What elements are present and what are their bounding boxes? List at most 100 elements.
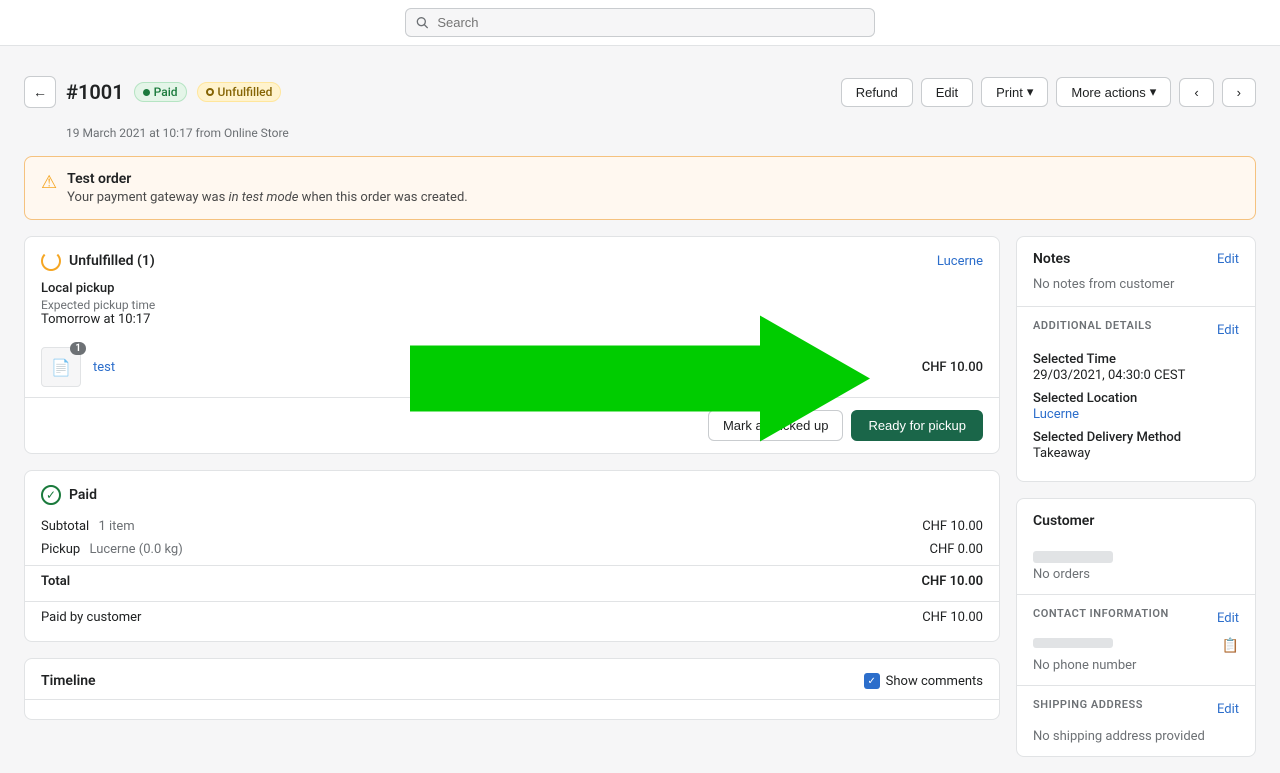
shipping-section: SHIPPING ADDRESS Edit No shipping addres… <box>1017 685 1255 756</box>
back-button[interactable]: ← <box>24 76 56 108</box>
unfulfilled-badge-label: Unfulfilled <box>218 85 273 99</box>
contact-section: CONTACT INFORMATION Edit 📋 No phone numb… <box>1017 594 1255 685</box>
item-price: CHF 10.00 <box>922 360 983 375</box>
print-button[interactable]: Print ▾ <box>981 77 1048 107</box>
next-order-button[interactable]: › <box>1222 78 1256 107</box>
total-row: Total CHF 10.00 <box>25 565 999 593</box>
notes-title: Notes <box>1033 251 1070 267</box>
notes-edit-link[interactable]: Edit <box>1217 252 1239 267</box>
contact-edit-link[interactable]: Edit <box>1217 611 1239 626</box>
unfulfilled-card-header-left: Unfulfilled (1) <box>41 251 155 271</box>
item-qty-badge: 1 <box>70 342 86 355</box>
more-actions-chevron-icon: ▾ <box>1150 84 1157 100</box>
ready-for-pickup-button[interactable]: Ready for pickup <box>851 410 983 441</box>
contact-title: CONTACT INFORMATION <box>1033 607 1169 620</box>
print-label: Print <box>996 85 1023 100</box>
copy-email-icon[interactable]: 📋 <box>1222 638 1239 654</box>
selected-delivery-value: Takeaway <box>1033 446 1239 461</box>
unfulfilled-spinner-icon <box>41 251 61 271</box>
order-number: #1001 <box>66 80 124 104</box>
notes-card: Notes Edit No notes from customer ADDITI… <box>1016 236 1256 482</box>
customer-section: No orders <box>1017 539 1255 594</box>
pickup-detail: Lucerne (0.0 kg) <box>89 542 182 557</box>
unfulfilled-card-actions: Mark as picked up Ready for pickup <box>25 397 999 453</box>
selected-delivery-item: Selected Delivery Method Takeaway <box>1033 430 1239 461</box>
main-column: Unfulfilled (1) Lucerne Local pickup Exp… <box>24 236 1000 720</box>
warning-title: Test order <box>67 171 468 187</box>
paid-card-header-left: ✓ Paid <box>41 485 97 505</box>
item-thumbnail-icon: 📄 <box>51 358 71 377</box>
order-header-right: Refund Edit Print ▾ More actions ▾ ‹ › <box>841 77 1256 107</box>
selected-location-label: Selected Location <box>1033 391 1239 406</box>
timeline-card: Timeline ✓ Show comments <box>24 658 1000 720</box>
additional-title: ADDITIONAL DETAILS <box>1033 319 1152 332</box>
total-amount: CHF 10.00 <box>922 574 983 589</box>
warning-banner: ⚠ Test order Your payment gateway was in… <box>24 156 1256 220</box>
customer-title: Customer <box>1033 513 1094 529</box>
search-input[interactable] <box>437 15 864 30</box>
pickup-payment-label: Pickup Lucerne (0.0 kg) <box>41 542 183 557</box>
show-comments-checkbox[interactable]: ✓ <box>864 673 880 689</box>
unfulfilled-badge-dot <box>206 88 214 96</box>
unfulfilled-location: Lucerne <box>937 254 983 269</box>
paid-checkmark-icon: ✓ <box>41 485 61 505</box>
paid-by-customer-label: Paid by customer <box>41 610 141 625</box>
search-container[interactable] <box>405 8 875 37</box>
selected-delivery-label: Selected Delivery Method <box>1033 430 1239 445</box>
paid-by-customer-amount: CHF 10.00 <box>922 610 983 625</box>
pickup-row: Pickup Lucerne (0.0 kg) CHF 0.00 <box>25 538 999 561</box>
paid-badge-label: Paid <box>154 85 178 99</box>
unfulfilled-card: Unfulfilled (1) Lucerne Local pickup Exp… <box>24 236 1000 454</box>
warning-icon: ⚠ <box>41 172 57 193</box>
additional-header: ADDITIONAL DETAILS Edit <box>1033 319 1239 342</box>
contact-phone-text: No phone number <box>1033 658 1239 673</box>
pickup-type-label: Local pickup <box>25 281 999 296</box>
pickup-time-label: Expected pickup time <box>25 296 999 312</box>
top-bar <box>0 0 1280 46</box>
selected-time-value: 29/03/2021, 04:30:0 CEST <box>1033 368 1239 383</box>
paid-card: ✓ Paid Subtotal 1 item CHF 10.00 Pi <box>24 470 1000 642</box>
additional-edit-link[interactable]: Edit <box>1217 323 1239 338</box>
prev-order-button[interactable]: ‹ <box>1179 78 1213 107</box>
timeline-title: Timeline <box>41 673 96 689</box>
main-content: ← #1001 Paid Unfulfilled Refund Edit Pri… <box>0 48 1280 773</box>
mark-picked-up-button[interactable]: Mark as picked up <box>708 410 844 441</box>
order-header-left: ← #1001 Paid Unfulfilled <box>24 76 281 108</box>
customer-card: Customer No orders CONTACT INFORMATION E… <box>1016 498 1256 757</box>
warning-text-after: when this order was created. <box>298 190 467 205</box>
shipping-title: SHIPPING ADDRESS <box>1033 698 1143 711</box>
pickup-amount: CHF 0.00 <box>930 542 984 557</box>
order-date: 19 March 2021 at 10:17 from Online Store <box>66 126 1256 140</box>
more-actions-label: More actions <box>1071 85 1145 100</box>
print-chevron-icon: ▾ <box>1027 84 1034 100</box>
item-name-link[interactable]: test <box>93 360 910 375</box>
selected-location-item: Selected Location Lucerne <box>1033 391 1239 422</box>
shipping-edit-link[interactable]: Edit <box>1217 702 1239 717</box>
refund-button[interactable]: Refund <box>841 78 913 107</box>
paid-title: Paid <box>69 487 97 503</box>
paid-card-header: ✓ Paid <box>25 471 999 515</box>
contact-email-blurred <box>1033 638 1113 648</box>
total-label: Total <box>41 574 70 589</box>
order-item-row: 📄 1 test CHF 10.00 <box>25 337 999 397</box>
unfulfilled-badge: Unfulfilled <box>197 82 282 102</box>
notes-header: Notes Edit <box>1017 237 1255 277</box>
warning-text: Your payment gateway was in test mode wh… <box>67 190 468 205</box>
show-comments-label[interactable]: ✓ Show comments <box>864 673 983 689</box>
selected-time-item: Selected Time 29/03/2021, 04:30:0 CEST <box>1033 352 1239 383</box>
edit-button[interactable]: Edit <box>921 78 973 107</box>
unfulfilled-title: Unfulfilled (1) <box>69 253 155 269</box>
more-actions-button[interactable]: More actions ▾ <box>1056 77 1171 107</box>
subtotal-qty: 1 item <box>98 519 134 534</box>
subtotal-row: Subtotal 1 item CHF 10.00 <box>25 515 999 538</box>
notes-empty-text: No notes from customer <box>1017 277 1255 306</box>
paid-badge-dot <box>143 89 150 96</box>
item-thumbnail: 📄 1 <box>41 347 81 387</box>
customer-header: Customer <box>1017 499 1255 539</box>
unfulfilled-card-header: Unfulfilled (1) Lucerne <box>25 237 999 281</box>
pickup-time-value: Tomorrow at 10:17 <box>25 312 999 337</box>
warning-text-before: Your payment gateway was <box>67 190 228 205</box>
search-icon <box>416 16 429 30</box>
two-column-layout: Unfulfilled (1) Lucerne Local pickup Exp… <box>24 236 1256 757</box>
contact-header: CONTACT INFORMATION Edit <box>1033 607 1239 630</box>
